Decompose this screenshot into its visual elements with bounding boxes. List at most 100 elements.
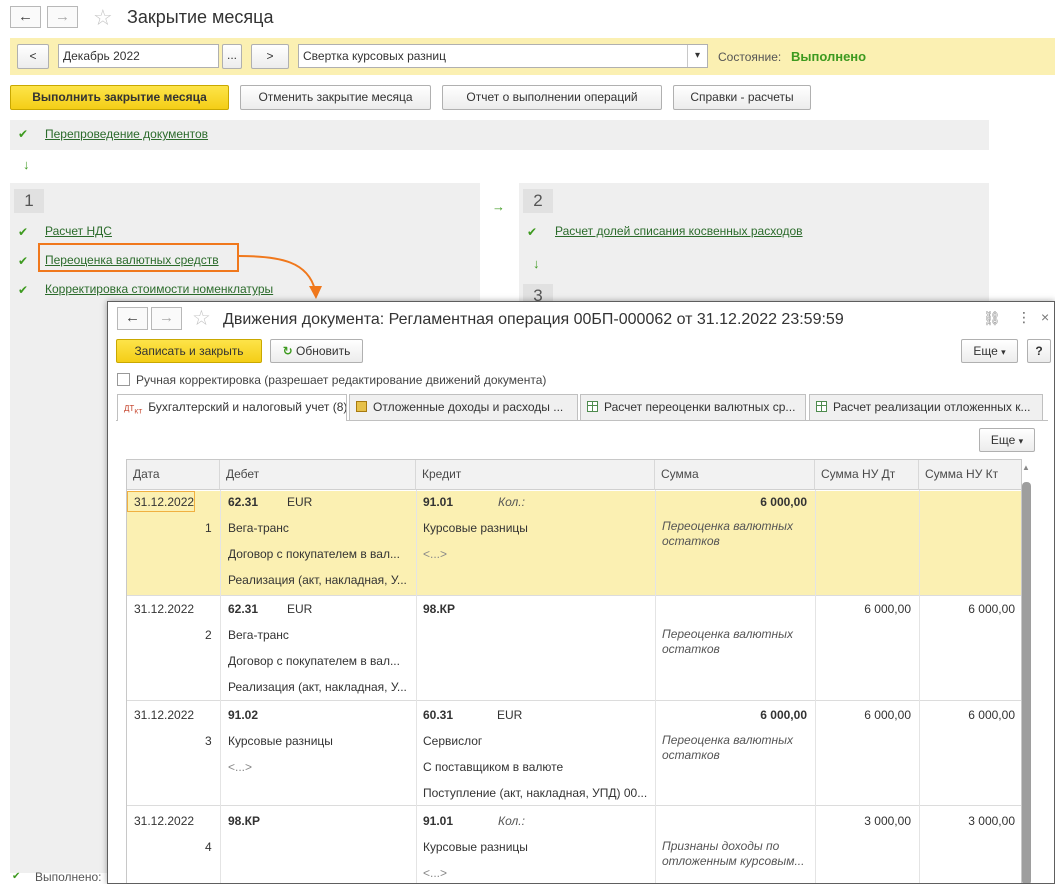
prev-period-button[interactable]: <: [17, 44, 49, 69]
group-1-number: 1: [14, 189, 44, 213]
credit-subconto-1: Курсовые разницы: [423, 521, 528, 535]
back-button[interactable]: ←: [10, 6, 41, 28]
link-icon[interactable]: ⛓: [983, 310, 1001, 327]
credit-account: 60.31: [423, 708, 454, 722]
refresh-label: Обновить: [296, 344, 351, 358]
step-indirect-costs-link[interactable]: Расчет долей списания косвенных расходов: [555, 224, 803, 238]
column-header-date[interactable]: Дата: [127, 460, 220, 490]
credit-subconto-3: Поступление (акт, накладная, УПД) 00...: [423, 786, 648, 800]
debit-account: 98.КР: [228, 814, 261, 828]
debit-currency: EUR: [287, 495, 313, 509]
highlight-frame: [38, 243, 239, 272]
step-repost-link[interactable]: Перепроведение документов: [45, 127, 208, 141]
table-row[interactable]: 31.12.2022 1 62.31 EUR Вега-транс Догово…: [127, 491, 1021, 596]
group-2-panel: [519, 183, 989, 301]
scrollbar-thumb[interactable]: [1022, 482, 1031, 883]
row-content: Переоценка валютных остатков: [662, 627, 793, 656]
column-header-credit[interactable]: Кредит: [416, 460, 655, 490]
credit-subconto-1: Курсовые разницы: [423, 840, 528, 854]
grid-more-label: Еще: [990, 433, 1016, 447]
save-and-close-button[interactable]: Записать и закрыть: [116, 339, 262, 363]
close-icon[interactable]: ×: [1041, 309, 1049, 325]
table-row[interactable]: 31.12.2022 3 91.02 Курсовые разницы <...…: [127, 701, 1021, 806]
period-select-button[interactable]: ...: [222, 44, 242, 69]
credit-qty-label: Кол.:: [498, 495, 525, 509]
star-icon[interactable]: ☆: [192, 306, 211, 331]
row-sum: 6 000,00: [760, 708, 807, 722]
debit-account: 91.02: [228, 708, 259, 722]
arrow-left-icon: ←: [125, 309, 140, 326]
tab-label: Расчет реализации отложенных к...: [833, 400, 1031, 414]
table-row[interactable]: 31.12.2022 4 98.КР 91.01 Кол.: Курсовые …: [127, 806, 1021, 883]
tab-accounting[interactable]: ДТКТ Бухгалтерский и налоговый учет (8): [117, 394, 347, 421]
cancel-closing-button[interactable]: Отменить закрытие месяца: [240, 85, 431, 110]
more-vertical-icon[interactable]: ⋮: [1017, 309, 1031, 326]
manual-edit-label: Ручная корректировка (разрешает редактир…: [136, 373, 547, 387]
row-number: 3: [205, 734, 212, 748]
next-period-button[interactable]: >: [251, 44, 289, 69]
row-content: Переоценка валютных остатков: [662, 733, 793, 762]
column-divider: [416, 490, 417, 883]
status-value: Выполнено: [791, 49, 867, 64]
refresh-button[interactable]: ↻ Обновить: [270, 339, 363, 363]
checkmark-icon: ✔: [12, 871, 21, 882]
tab-currency-revaluation[interactable]: Расчет переоценки валютных ср...: [580, 394, 806, 420]
arrow-right-icon: →: [55, 8, 70, 25]
arrow-down-icon: ↓: [23, 157, 30, 172]
row-sum-nu-dt: 6 000,00: [864, 602, 911, 616]
debit-subconto-2: Договор с покупателем в вал...: [228, 547, 400, 561]
more-label: Еще: [973, 344, 998, 358]
calc-references-button[interactable]: Справки - расчеты: [673, 85, 811, 110]
chevron-down-icon[interactable]: ▾: [687, 45, 707, 67]
credit-qty-label: Кол.:: [498, 814, 525, 828]
tab-label: Бухгалтерский и налоговый учет (8): [148, 400, 347, 414]
credit-account: 91.01: [423, 495, 454, 509]
arrow-right-icon: →: [159, 309, 174, 326]
column-header-sum-nu-kt[interactable]: Сумма НУ Кт: [919, 460, 1021, 490]
column-header-sum[interactable]: Сумма: [655, 460, 815, 490]
debit-currency: EUR: [287, 602, 313, 616]
credit-account: 91.01: [423, 814, 454, 828]
back-button[interactable]: ←: [117, 307, 148, 330]
run-closing-button[interactable]: Выполнить закрытие месяца: [10, 85, 229, 110]
row-sum-nu-dt: 3 000,00: [864, 814, 911, 828]
column-divider: [815, 490, 816, 883]
table-row[interactable]: 31.12.2022 2 62.31 EUR Вега-транс Догово…: [127, 596, 1021, 701]
scroll-up-icon[interactable]: ▲: [1022, 463, 1030, 472]
help-button[interactable]: ?: [1027, 339, 1051, 363]
checkmark-icon: ✔: [18, 225, 29, 239]
more-button[interactable]: Еще ▾: [961, 339, 1018, 363]
document-movements-window: ← → ☆ Движения документа: Регламентная о…: [107, 301, 1055, 884]
register-icon: [356, 401, 367, 412]
checkmark-icon: ✔: [527, 225, 538, 239]
manual-edit-checkbox[interactable]: [117, 373, 130, 386]
operation-select[interactable]: Свертка курсовых разниц ▾: [298, 44, 708, 68]
group-2-number: 2: [523, 189, 553, 213]
row-content: Признаны доходы по отложенным курсовым..…: [662, 839, 805, 868]
star-icon[interactable]: ☆: [93, 5, 113, 31]
tab-deferred-income[interactable]: Отложенные доходы и расходы ...: [349, 394, 578, 420]
operation-select-value: Свертка курсовых разниц: [303, 49, 446, 63]
debit-subconto-3: Реализация (акт, накладная, У...: [228, 573, 407, 587]
forward-button[interactable]: →: [151, 307, 182, 330]
credit-subconto-2: С поставщиком в валюте: [423, 760, 564, 774]
credit-subconto-1: Сервислог: [423, 734, 483, 748]
step-vat-link[interactable]: Расчет НДС: [45, 224, 112, 238]
column-header-debit[interactable]: Дебет: [220, 460, 416, 490]
status-label: Состояние:: [718, 50, 782, 64]
table-icon: [816, 401, 827, 412]
table-icon: [587, 401, 598, 412]
operations-report-button[interactable]: Отчет о выполнении операций: [442, 85, 662, 110]
row-date: 31.12.2022: [134, 602, 195, 616]
row-date: 31.12.2022: [134, 708, 195, 722]
arrow-left-icon: ←: [18, 8, 33, 25]
column-header-sum-nu-dt[interactable]: Сумма НУ Дт: [815, 460, 919, 490]
tab-deferred-realization[interactable]: Расчет реализации отложенных к...: [809, 394, 1043, 420]
period-field[interactable]: Декабрь 2022: [58, 44, 219, 68]
checkmark-icon: ✔: [18, 254, 29, 268]
movements-grid: Дата Дебет Кредит Сумма Сумма НУ Дт Сумм…: [126, 459, 1022, 883]
debit-account: 62.31: [228, 602, 259, 616]
grid-more-button[interactable]: Еще ▾: [979, 428, 1035, 452]
debit-subconto-1: Вега-транс: [228, 628, 289, 642]
forward-button[interactable]: →: [47, 6, 78, 28]
